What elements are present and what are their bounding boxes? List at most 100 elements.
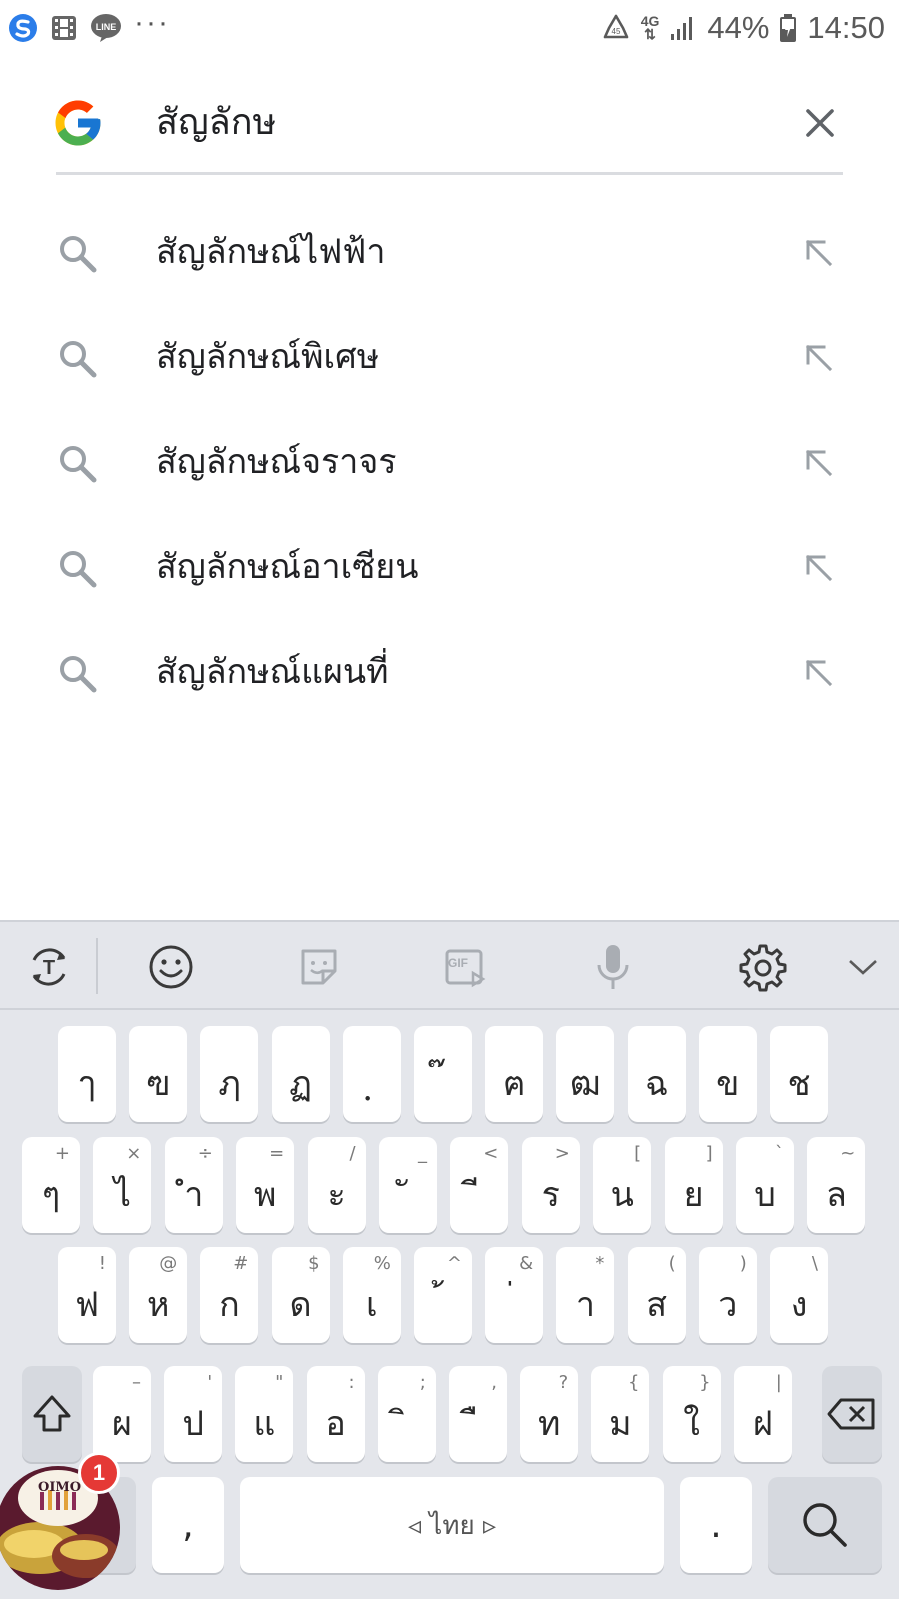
key-row1-6[interactable]: ฅ — [485, 1026, 544, 1122]
key-label: อ — [325, 1404, 346, 1444]
gif-button[interactable]: GIF — [436, 938, 494, 996]
fill-query-arrow-icon[interactable] — [800, 339, 838, 377]
key-row4-2[interactable]: แ " — [235, 1366, 294, 1462]
key-row4-8[interactable]: ใ} — [662, 1366, 721, 1462]
key-label: า — [575, 1285, 595, 1325]
key-row3-2[interactable]: ก # — [200, 1247, 259, 1343]
key-row4-6[interactable]: ท? — [520, 1366, 579, 1462]
sticker-button[interactable] — [290, 938, 348, 996]
key-row4-0[interactable]: ผ – — [93, 1366, 151, 1462]
key-label: ฏ — [289, 1064, 312, 1104]
key-row3-5[interactable]: ้^ — [414, 1247, 472, 1343]
search-input[interactable]: สัญลักษ — [156, 98, 276, 148]
suggestion-item[interactable]: สัญลักษณ์จราจร — [0, 410, 899, 515]
key-label: ฅ — [502, 1064, 526, 1104]
chevron-down-icon — [849, 960, 877, 975]
translate-button[interactable]: T — [20, 938, 78, 996]
keyboard-settings-button[interactable] — [734, 938, 792, 996]
key-hint: % — [373, 1253, 391, 1274]
emoji-button[interactable] — [142, 938, 200, 996]
key-row2-0[interactable]: ๆ + — [22, 1137, 80, 1233]
key-hint: = — [269, 1143, 285, 1164]
google-g-logo — [55, 100, 101, 146]
period-key[interactable]: . — [680, 1477, 752, 1573]
space-key[interactable]: ◃ ไทย ▹ — [240, 1477, 664, 1573]
search-icon — [60, 446, 97, 483]
suggestion-item[interactable]: สัญลักษณ์ไฟฟ้า — [0, 200, 899, 305]
key-row2-1[interactable]: ไ × — [93, 1137, 152, 1233]
key-label: ว — [718, 1285, 738, 1325]
voice-input-button[interactable] — [584, 938, 642, 996]
key-hint: _ — [418, 1143, 427, 1164]
key-row3-1[interactable]: ห @ — [129, 1247, 188, 1343]
more-notifications-label: ··· — [134, 6, 170, 39]
key-row4-3[interactable]: อ: — [306, 1366, 365, 1462]
battery-charging-icon — [780, 14, 797, 42]
key-label: ่ — [485, 1283, 543, 1327]
key-row3-3[interactable]: ด $ — [271, 1247, 330, 1343]
key-row3-7[interactable]: า * — [556, 1247, 615, 1343]
key-row1-10[interactable]: ช — [770, 1026, 828, 1122]
close-icon[interactable] — [800, 103, 840, 143]
key-row3-6[interactable]: ่& — [485, 1247, 544, 1343]
key-label: ไ — [113, 1175, 131, 1215]
settings-icon — [739, 944, 787, 992]
key-row2-8[interactable]: น[ — [593, 1137, 652, 1233]
suggestion-item[interactable]: สัญลักษณ์อาเซียน — [0, 515, 899, 620]
key-label: ี — [450, 1173, 508, 1217]
key-row2-4[interactable]: ะ / — [307, 1137, 366, 1233]
key-row1-7[interactable]: ฒ — [556, 1026, 615, 1122]
key-row3-8[interactable]: ส( — [627, 1247, 686, 1343]
shift-key[interactable] — [22, 1366, 82, 1462]
key-hint: ' — [207, 1372, 213, 1393]
fill-query-arrow-icon[interactable] — [800, 549, 838, 587]
key-row4-1[interactable]: ป ' — [164, 1366, 223, 1462]
key-label: ิ — [378, 1402, 436, 1446]
key-row2-6[interactable]: ี< — [450, 1137, 509, 1233]
key-row2-2[interactable]: ำ ÷ — [164, 1137, 223, 1233]
svg-text:LINE: LINE — [96, 22, 117, 32]
comma-key[interactable]: , — [152, 1477, 224, 1573]
suggestion-item[interactable]: สัญลักษณ์พิเศษ — [0, 305, 899, 410]
key-row2-10[interactable]: บ ` — [736, 1137, 794, 1233]
collapse-keyboard-button[interactable] — [834, 938, 892, 996]
status-bar: LINE ··· 45 4G ⇅ 44% 14:50 — [0, 0, 899, 56]
key-row1-8[interactable]: ฉ — [627, 1026, 686, 1122]
key-row4-9[interactable]: ฝ | — [733, 1366, 792, 1462]
fill-query-arrow-icon[interactable] — [800, 234, 838, 272]
key-row4-7[interactable]: ม{ — [591, 1366, 650, 1462]
search-icon — [60, 656, 97, 693]
key-row2-3[interactable]: พ = — [236, 1137, 295, 1233]
search-key[interactable] — [768, 1477, 882, 1573]
key-row1-1[interactable]: ฃ — [129, 1026, 188, 1122]
key-label: ฟ — [74, 1285, 100, 1325]
key-label: ก — [219, 1285, 240, 1325]
suggestion-item[interactable]: สัญลักษณ์แผนที่ — [0, 620, 899, 725]
key-row1-5[interactable]: ๊ — [414, 1026, 472, 1122]
key-row2-7[interactable]: ร > — [521, 1137, 580, 1233]
key-label: ใ — [683, 1404, 700, 1444]
key-row4-5[interactable]: ื, — [449, 1366, 507, 1462]
key-row1-2[interactable]: ฦ — [200, 1026, 259, 1122]
key-row3-4[interactable]: เ% — [342, 1247, 401, 1343]
key-row2-9[interactable]: ย] — [664, 1137, 723, 1233]
key-row2-11[interactable]: ล ~ — [807, 1137, 866, 1233]
key-row4-4[interactable]: ิ; — [377, 1366, 436, 1462]
key-row2-5[interactable]: ั_ — [379, 1137, 437, 1233]
backspace-key[interactable] — [822, 1366, 882, 1462]
film-icon — [52, 16, 76, 40]
key-row1-9[interactable]: ข — [698, 1026, 757, 1122]
key-row1-0[interactable]: ๅ — [58, 1026, 116, 1122]
key-row3-10[interactable]: ง \ — [770, 1247, 828, 1343]
s-app-icon — [9, 14, 37, 42]
key-hint: ) — [739, 1253, 747, 1274]
key-row1-4[interactable]: ฺ — [342, 1026, 401, 1122]
fill-query-arrow-icon[interactable] — [800, 654, 838, 692]
key-row1-3[interactable]: ฏ — [271, 1026, 330, 1122]
search-icon — [60, 341, 97, 378]
key-row3-0[interactable]: ฟ! — [58, 1247, 116, 1343]
chat-head-bubble[interactable]: OIMO 1 — [0, 1452, 122, 1590]
key-row3-9[interactable]: ว) — [698, 1247, 757, 1343]
signal-icon — [671, 17, 693, 40]
fill-query-arrow-icon[interactable] — [800, 444, 838, 482]
